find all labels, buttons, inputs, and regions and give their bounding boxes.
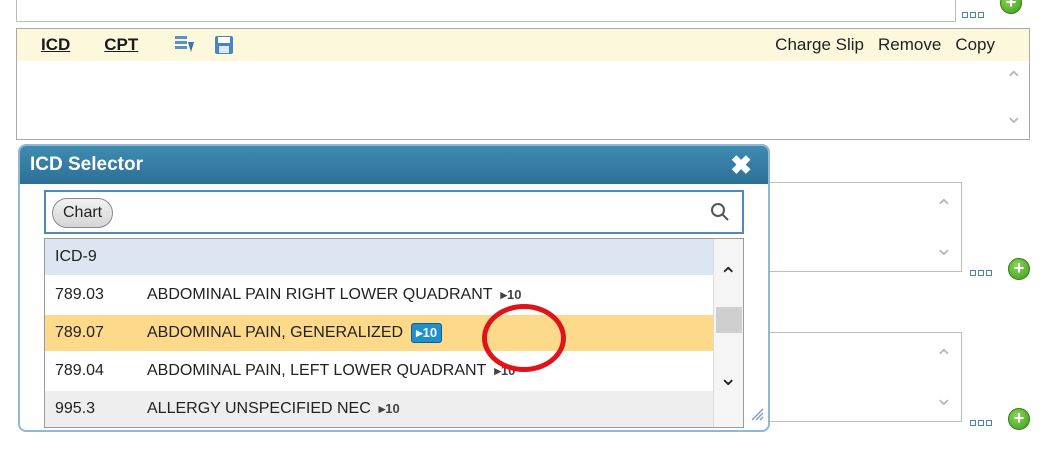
dialog-header: ICD Selector ✖ (20, 146, 768, 184)
list-item-selected[interactable]: 789.07 ABDOMINAL PAIN, GENERALIZED ▸10 (45, 315, 713, 351)
icd-code: 995.3 (55, 400, 96, 417)
scroll-down-icon[interactable]: ⌄ (1005, 103, 1023, 129)
icd-selector-dialog: ICD Selector ✖ Chart ICD-9 789.03 ABDOMI… (18, 144, 770, 432)
icd-code: 789.03 (55, 286, 104, 303)
icd-code: 789.04 (55, 362, 104, 379)
group-header: ICD-9 (45, 239, 713, 275)
close-icon[interactable]: ✖ (730, 152, 752, 178)
add-icon[interactable]: + (1000, 0, 1022, 14)
scroll-up-icon[interactable]: ⌃ (719, 263, 737, 289)
scroll-up-icon[interactable]: ⌃ (935, 345, 953, 371)
remove-link[interactable]: Remove (878, 35, 941, 55)
scroll-down-icon[interactable]: ⌄ (935, 385, 953, 411)
add-icon[interactable]: + (1008, 258, 1030, 280)
scroll-up-icon[interactable]: ⌃ (1005, 67, 1023, 93)
list-item[interactable]: 995.3 ALLERGY UNSPECIFIED NEC ▸10 (45, 391, 713, 427)
code-actions: Charge Slip Remove Copy (775, 35, 995, 55)
icd-code: 789.07 (55, 324, 104, 341)
save-icon[interactable] (212, 33, 236, 57)
icd10-tag[interactable]: ▸10 (411, 323, 443, 343)
expand-list-icon[interactable] (172, 33, 196, 57)
copy-link[interactable]: Copy (955, 35, 995, 55)
icd-description: ABDOMINAL PAIN, GENERALIZED (147, 324, 404, 341)
top-text-field[interactable] (16, 0, 956, 22)
filter-chip[interactable]: Chart (52, 198, 114, 228)
scroll-up-icon[interactable]: ⌃ (935, 195, 953, 221)
dialog-title: ICD Selector (30, 154, 143, 175)
list-item[interactable]: 789.03 ABDOMINAL PAIN RIGHT LOWER QUADRA… (45, 277, 713, 313)
results-list: ICD-9 789.03 ABDOMINAL PAIN RIGHT LOWER … (44, 238, 744, 428)
icd-description: ABDOMINAL PAIN, LEFT LOWER QUADRANT (147, 362, 487, 379)
tab-icd[interactable]: ICD (41, 35, 70, 55)
group-label: ICD-9 (55, 248, 97, 265)
icd-description: ABDOMINAL PAIN RIGHT LOWER QUADRANT (147, 286, 493, 303)
charge-slip-link[interactable]: Charge Slip (775, 35, 864, 55)
scroll-thumb[interactable] (716, 307, 742, 333)
more-icon[interactable] (970, 420, 992, 426)
more-icon[interactable] (970, 270, 992, 276)
icd10-tag[interactable]: ▸10 (501, 287, 522, 303)
scroll-down-icon[interactable]: ⌄ (719, 365, 737, 391)
tab-cpt[interactable]: CPT (104, 35, 138, 55)
code-panel: ICD CPT Charge Slip Remove Copy ⌃ ⌄ (16, 28, 1030, 140)
icd10-tag[interactable]: ▸10 (379, 401, 400, 417)
more-icon[interactable] (962, 12, 984, 18)
list-item[interactable]: 789.04 ABDOMINAL PAIN, LEFT LOWER QUADRA… (45, 353, 713, 389)
search-input[interactable]: Chart (44, 190, 744, 234)
add-icon[interactable]: + (1008, 408, 1030, 430)
code-toolbar: ICD CPT Charge Slip Remove Copy (17, 29, 1029, 61)
scroll-down-icon[interactable]: ⌄ (935, 235, 953, 261)
icd-description: ALLERGY UNSPECIFIED NEC (147, 400, 371, 417)
search-icon[interactable] (710, 202, 730, 227)
scrollbar[interactable]: ⌃ ⌄ (713, 239, 743, 427)
highlight-circle (482, 304, 566, 372)
resize-grip-icon[interactable] (750, 407, 764, 426)
